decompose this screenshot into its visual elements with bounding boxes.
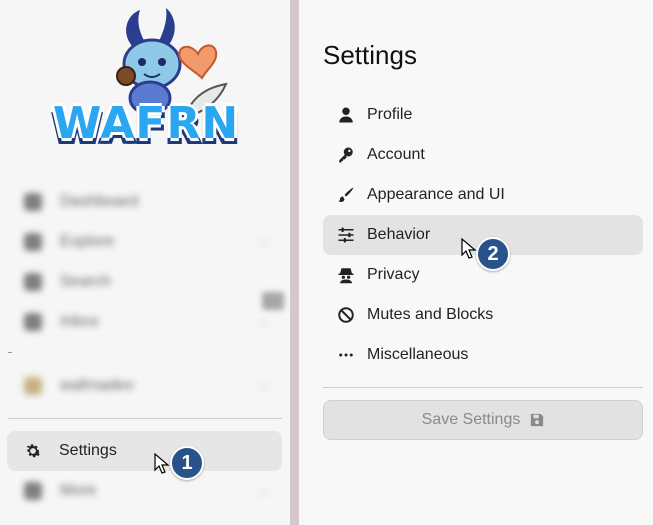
divider-mark	[8, 352, 12, 353]
ban-icon	[338, 307, 354, 323]
settings-item-misc[interactable]: Miscellaneous	[323, 335, 643, 375]
mouse-cursor-icon	[154, 453, 170, 474]
chevron-right-icon: ›	[261, 234, 266, 250]
settings-item-label: Miscellaneous	[367, 346, 469, 363]
sidebar-item-dashboard[interactable]: Dashboard	[8, 182, 282, 222]
sliders-icon	[338, 227, 354, 243]
sidebar-divider	[8, 418, 282, 419]
user-icon	[339, 107, 353, 123]
sidebar-item-label: wafrnadev	[60, 377, 134, 394]
sidebar-item-label: Dashboard	[60, 193, 139, 210]
settings-panel: Settings Profile Account Appearance and …	[299, 0, 653, 525]
compass-icon	[24, 233, 42, 251]
avatar-icon	[24, 377, 42, 395]
settings-menu: Profile Account Appearance and UI Behavi…	[323, 95, 643, 375]
settings-item-account[interactable]: Account	[323, 135, 643, 175]
spy-icon	[338, 268, 354, 284]
save-settings-button[interactable]: Save Settings	[323, 400, 643, 440]
settings-item-label: Privacy	[367, 266, 420, 283]
sidebar-item-inbox[interactable]: Inbox ›	[8, 302, 282, 342]
chevron-down-icon: ›	[261, 483, 266, 499]
more-icon	[24, 482, 42, 500]
save-button-label: Save Settings	[421, 411, 521, 428]
settings-item-label: Mutes and Blocks	[367, 306, 494, 323]
sidebar-item-label: Settings	[59, 442, 117, 459]
settings-item-label: Behavior	[367, 226, 431, 243]
sidebar-item-more[interactable]: More ›	[8, 471, 282, 511]
settings-item-label: Profile	[367, 106, 413, 123]
key-icon	[339, 147, 353, 163]
blurred-element	[262, 292, 284, 310]
settings-item-mutes-blocks[interactable]: Mutes and Blocks	[323, 295, 643, 335]
paintbrush-icon	[338, 187, 354, 202]
sidebar-nav: Dashboard Explore › Search Inbox › wafrn…	[8, 182, 282, 406]
step-badge-2: 2	[476, 237, 510, 271]
inbox-icon	[24, 313, 42, 331]
settings-item-appearance[interactable]: Appearance and UI	[323, 175, 643, 215]
sidebar-item-label: Explore	[60, 233, 115, 250]
settings-divider	[323, 387, 643, 388]
sidebar-more: More ›	[8, 471, 282, 511]
sidebar-item-label: Search	[60, 273, 111, 290]
gear-icon	[26, 444, 41, 458]
sidebar-item-label: More	[60, 482, 97, 499]
wafrn-wordmark: WAFRN	[52, 98, 240, 149]
sidebar: WAFRN Dashboard Explore › Search Inbox ›…	[0, 0, 290, 525]
sidebar-item-search[interactable]: Search	[8, 262, 282, 302]
floppy-disk-icon	[531, 413, 544, 427]
page-title: Settings	[323, 40, 417, 70]
sidebar-item-explore[interactable]: Explore ›	[8, 222, 282, 262]
chevron-right-icon: ›	[261, 314, 266, 330]
settings-item-profile[interactable]: Profile	[323, 95, 643, 135]
settings-item-label: Account	[367, 146, 425, 163]
search-icon	[24, 273, 42, 291]
step-badge-1: 1	[170, 446, 204, 480]
panel-splitter[interactable]	[290, 0, 299, 525]
settings-item-label: Appearance and UI	[367, 186, 505, 203]
ellipsis-icon	[339, 353, 353, 357]
chevron-down-icon: ›	[261, 378, 266, 394]
sidebar-item-label: Inbox	[60, 313, 100, 330]
sidebar-item-user[interactable]: wafrnadev ›	[8, 366, 282, 406]
mouse-cursor-icon	[461, 238, 477, 259]
sidebar-item-settings[interactable]: Settings	[7, 431, 282, 471]
wafrn-logo[interactable]: WAFRN	[40, 6, 250, 162]
home-icon	[24, 193, 42, 211]
